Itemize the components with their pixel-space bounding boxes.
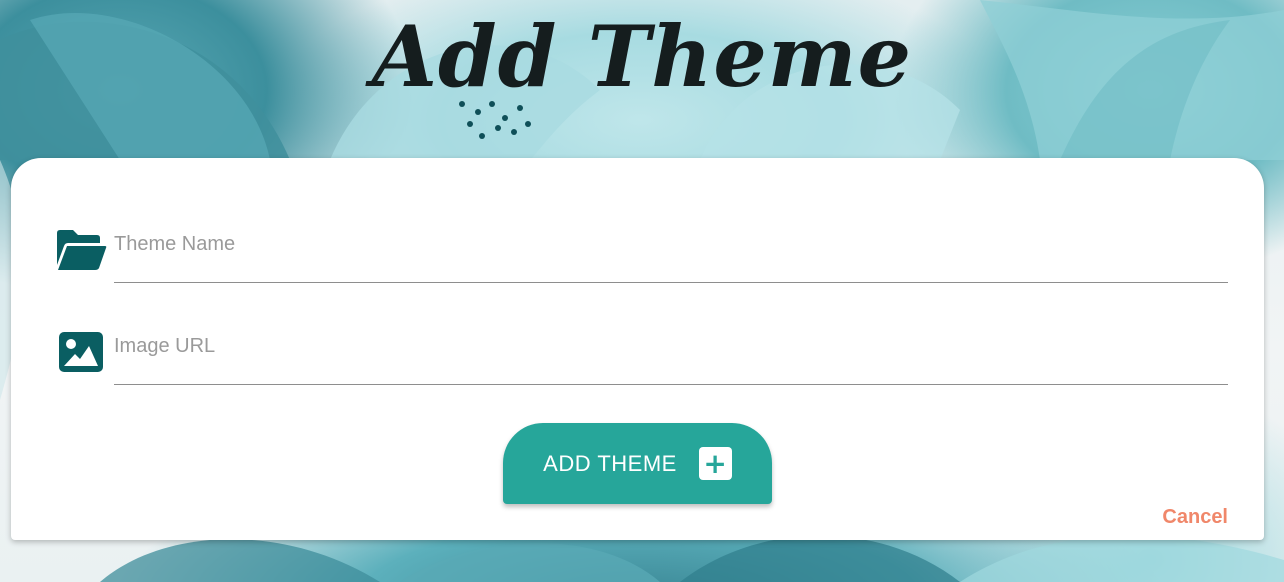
plus-box-icon: + — [698, 447, 732, 480]
folder-open-icon — [55, 228, 107, 272]
image-icon — [55, 330, 107, 374]
image-url-input[interactable] — [114, 328, 1228, 385]
add-theme-button[interactable]: ADD THEME + — [503, 423, 772, 504]
cancel-link[interactable]: Cancel — [1162, 506, 1228, 529]
theme-name-row — [55, 226, 1229, 286]
image-url-row — [55, 328, 1229, 388]
add-theme-form-card: ADD THEME + Cancel — [11, 158, 1264, 540]
theme-name-input[interactable] — [114, 226, 1228, 283]
add-theme-button-label: ADD THEME — [543, 450, 677, 476]
page-title: Add Theme — [371, 7, 913, 106]
